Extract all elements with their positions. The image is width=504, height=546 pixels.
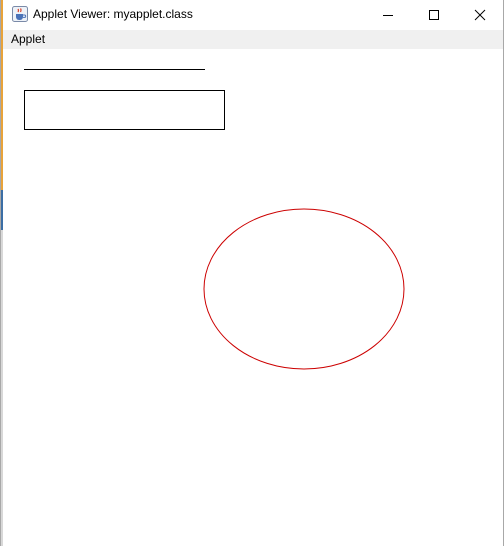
maximize-button[interactable] [411,0,457,30]
close-icon [474,9,486,21]
minimize-button[interactable] [365,0,411,30]
close-button[interactable] [457,0,503,30]
minimize-icon [383,15,393,16]
applet-drawing [24,69,405,370]
menu-applet[interactable]: Applet [11,32,45,46]
menu-bar: Applet [3,30,503,49]
maximize-icon [429,10,439,20]
applet-viewer-window: Applet Viewer: myapplet.class Applet [0,0,504,546]
java-cup-icon [12,6,28,22]
window-title: Applet Viewer: myapplet.class [33,7,193,21]
title-bar[interactable]: Applet Viewer: myapplet.class [3,0,503,30]
drawn-rectangle [24,90,225,130]
drawn-oval [203,208,405,370]
applet-canvas[interactable] [3,49,503,546]
